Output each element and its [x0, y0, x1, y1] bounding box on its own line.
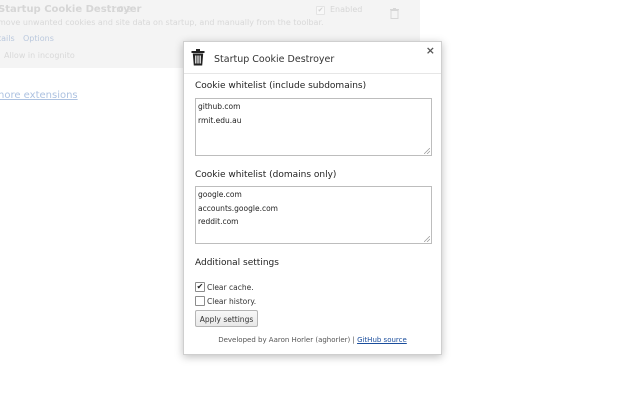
dialog-title: Startup Cookie Destroyer	[214, 54, 335, 65]
clear-history-checkbox[interactable]	[195, 295, 205, 306]
whitelist-domains-label: Cookie whitelist (domains only)	[195, 170, 337, 180]
options-dialog: Startup Cookie Destroyer × Cookie whitel…	[183, 41, 442, 355]
trash-icon	[191, 49, 205, 70]
whitelist-entry: reddit.com	[198, 217, 239, 226]
whitelist-entry: github.com	[198, 102, 241, 111]
title-divider	[184, 73, 441, 74]
resize-grip-icon[interactable]	[424, 148, 430, 154]
whitelist-domains-textarea[interactable]: google.com accounts.google.com reddit.co…	[195, 186, 432, 244]
clear-history-option[interactable]: Clear history.	[195, 291, 256, 306]
whitelist-subdomains-label: Cookie whitelist (include subdomains)	[195, 81, 367, 91]
footer-credits: Developed by Aaron Horler (aghorler) | G…	[184, 336, 441, 344]
whitelist-entry: google.com	[198, 190, 242, 199]
footer-text: Developed by Aaron Horler (aghorler) |	[218, 336, 358, 344]
clear-cache-checkbox[interactable]: ✔	[195, 281, 205, 292]
clear-cache-option[interactable]: ✔ Clear cache.	[195, 277, 254, 292]
apply-settings-button[interactable]: Apply settings	[195, 310, 258, 327]
close-icon[interactable]: ×	[426, 44, 435, 57]
clear-history-label: Clear history.	[207, 297, 257, 306]
resize-grip-icon[interactable]	[424, 236, 430, 242]
github-source-link[interactable]: GitHub source	[357, 336, 407, 344]
whitelist-subdomains-textarea[interactable]: github.com rmit.edu.au	[195, 98, 432, 156]
whitelist-entry: rmit.edu.au	[198, 115, 242, 125]
whitelist-entry: accounts.google.com	[198, 203, 278, 213]
additional-settings-label: Additional settings	[195, 258, 279, 268]
